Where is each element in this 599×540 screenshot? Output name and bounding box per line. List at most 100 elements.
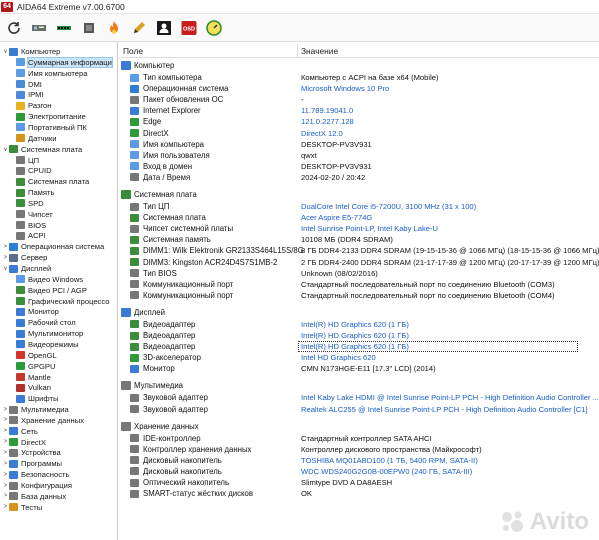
table-row[interactable]: Контроллер хранения данных Контроллер дис… (119, 444, 599, 455)
tree-item[interactable]: > Программы (2, 458, 62, 469)
value-link[interactable]: 121.0.2277.128 (301, 117, 354, 126)
flame-icon[interactable] (104, 18, 124, 38)
tree-item[interactable]: > Мультимедиа (2, 404, 69, 415)
column-field-header[interactable]: Поле (123, 46, 143, 56)
tree-expander-icon[interactable]: > (2, 244, 9, 250)
tree-item[interactable]: > База данных (2, 491, 67, 502)
value-link[interactable]: Intel HD Graphics 620 (301, 353, 376, 362)
table-row[interactable]: Тип компьютера Компьютер с ACPI на базе x… (119, 72, 599, 83)
section-header[interactable]: Мультимедиа (119, 380, 599, 391)
table-row[interactable]: Звуковой адаптер Realtek ALC255 @ Intel S… (119, 404, 599, 415)
tree-item[interactable]: Шрифты (14, 393, 58, 404)
tree-item[interactable]: Суммарная информаци (14, 56, 113, 68)
tree-item[interactable]: > Хранение данных (2, 415, 84, 426)
section-header[interactable]: Хранение данных (119, 421, 599, 432)
tree-item[interactable]: > Операционная система (2, 241, 105, 252)
tree-item[interactable]: BIOS (14, 220, 46, 231)
tree-item[interactable]: OpenGL (14, 350, 57, 361)
tree-item[interactable]: > Сервер (2, 252, 48, 263)
tree-item[interactable]: Видеорежимы (14, 339, 79, 350)
table-row[interactable]: DIMM1: Wilk Elektronik GR2133S464L15S/8G… (119, 245, 599, 256)
tree-expander-icon[interactable]: > (2, 255, 9, 261)
tree-expander-icon[interactable]: ∨ (2, 146, 9, 153)
tree-item[interactable]: IPMI (14, 89, 44, 100)
value-link[interactable]: TOSHIBA MQ01ABD100 (1 ТБ, 5400 RPM, SATA… (301, 456, 478, 465)
table-row[interactable]: Тип ЦП DualCore Intel Core i5-7200U, 3100… (119, 201, 599, 212)
table-row[interactable]: IDE-контроллер Стандартный контроллер SAT… (119, 433, 599, 444)
tree-item[interactable]: Память (14, 187, 54, 198)
table-row[interactable]: Дисковый накопитель TOSHIBA MQ01ABD100 (1… (119, 455, 599, 466)
section-header[interactable]: Компьютер (119, 60, 599, 71)
tree-item[interactable]: Чипсет (14, 209, 53, 220)
tree-expander-icon[interactable]: > (2, 461, 9, 467)
gauge-icon[interactable] (204, 18, 224, 38)
tree-expander-icon[interactable]: > (2, 450, 9, 456)
refresh-icon[interactable] (4, 18, 24, 38)
motherboard-icon[interactable] (29, 18, 49, 38)
table-row[interactable]: Коммуникационный порт Стандартный последо… (119, 279, 599, 290)
tree-item[interactable]: > Сеть (2, 426, 38, 437)
table-row[interactable]: Чипсет системной платы Intel Sunrise Poin… (119, 223, 599, 234)
section-header[interactable]: Системная плата (119, 189, 599, 200)
value-link[interactable]: DualCore Intel Core i5-7200U, 3100 MHz (… (301, 202, 476, 211)
table-row[interactable]: Системная память 10108 МБ (DDR4 SDRAM) (119, 234, 599, 245)
tree-item[interactable]: GPGPU (14, 361, 55, 372)
tree-expander-icon[interactable]: ∨ (2, 265, 9, 272)
tree-item[interactable]: ACPI (14, 230, 46, 241)
tree-item[interactable]: Разгон (14, 100, 51, 111)
column-value-header[interactable]: Значение (301, 46, 338, 56)
tree-item[interactable]: Vulkan (14, 382, 51, 393)
table-row[interactable]: Дисковый накопитель WDC WDS240G2G0B-00EPW… (119, 466, 599, 477)
pencil-icon[interactable] (129, 18, 149, 38)
tree-item[interactable]: ∨ Компьютер (2, 46, 60, 57)
tree-item[interactable]: ∨ Системная плата (2, 144, 82, 155)
person-icon[interactable] (154, 18, 174, 38)
table-row[interactable]: DirectX DirectX 12.0 (119, 128, 599, 139)
tree-item[interactable]: > Тесты (2, 502, 42, 513)
tree-expander-icon[interactable]: > (2, 428, 9, 434)
tree-expander-icon[interactable]: > (2, 483, 9, 489)
tree-expander-icon[interactable]: > (2, 417, 9, 423)
tree-expander-icon[interactable]: > (2, 493, 9, 499)
value-link[interactable]: Intel Sunrise Point-LP, Intel Kaby Lake-… (301, 224, 438, 233)
value-link[interactable]: WDC WDS240G2G0B-00EPW0 (240 ГБ, SATA-III… (301, 467, 472, 476)
value-link[interactable]: DirectX 12.0 (301, 129, 343, 138)
tree-item[interactable]: Имя компьютера (14, 68, 87, 79)
osd-icon[interactable]: OSD (179, 18, 199, 38)
table-row[interactable]: Системная плата Acer Aspire E5-774G (119, 212, 599, 223)
tree-item[interactable]: Графический процессо (14, 296, 109, 307)
value-link[interactable]: 11.789.19041.0 (301, 106, 353, 115)
table-row[interactable]: 3D-акселератор Intel HD Graphics 620 (119, 352, 599, 363)
table-row[interactable]: Видеоадаптер Intel(R) HD Graphics 620 (1 … (119, 330, 599, 341)
tree-expander-icon[interactable]: > (2, 407, 9, 413)
memory-icon[interactable] (54, 18, 74, 38)
table-row[interactable]: Видеоадаптер Intel(R) HD Graphics 620 (1 … (119, 341, 599, 353)
tree-item[interactable]: Системная плата (14, 176, 89, 187)
tree-item[interactable]: > Безопасность (2, 469, 70, 480)
value-link[interactable]: Acer Aspire E5-774G (301, 213, 372, 222)
table-row[interactable]: Edge 121.0.2277.128 (119, 116, 599, 127)
tree-item[interactable]: Видео PCI / AGP (14, 285, 87, 296)
tree-expander-icon[interactable]: > (2, 504, 9, 510)
tree-item[interactable]: > DirectX (2, 437, 46, 448)
table-row[interactable]: Коммуникационный порт Стандартный последо… (119, 290, 599, 301)
value-link[interactable]: Microsoft Windows 10 Pro (301, 84, 389, 93)
tree-item[interactable]: Портативный ПК (14, 122, 87, 133)
tree-item[interactable]: Датчики (14, 133, 56, 144)
table-row[interactable]: Монитор CMN N173HGE-E11 [17.3" LCD] (2014… (119, 363, 599, 374)
table-row[interactable]: Вход в домен DESKTOP-PV3V931 (119, 161, 599, 172)
section-header[interactable]: Дисплей (119, 307, 599, 318)
table-row[interactable]: Операционная система Microsoft Windows 10… (119, 83, 599, 94)
tree-item[interactable]: CPUID (14, 165, 52, 176)
table-row[interactable]: Видеоадаптер Intel(R) HD Graphics 620 (1 … (119, 319, 599, 330)
tree-expander-icon[interactable]: ∨ (2, 48, 9, 55)
tree-item[interactable]: > Конфигурация (2, 480, 72, 491)
table-row[interactable]: Имя компьютера DESKTOP-PV3V931 (119, 139, 599, 150)
value-link[interactable]: Intel(R) HD Graphics 620 (1 ГБ) (301, 320, 409, 329)
table-row[interactable]: Оптический накопитель Slimtype DVD A DA8A… (119, 477, 599, 488)
value-link[interactable]: Intel(R) HD Graphics 620 (1 ГБ) (301, 331, 409, 340)
processor-icon[interactable] (79, 18, 99, 38)
tree-item[interactable]: DMI (14, 79, 42, 90)
tree-item[interactable]: Mantle (14, 372, 51, 383)
tree-item[interactable]: ∨ Дисплей (2, 263, 51, 274)
